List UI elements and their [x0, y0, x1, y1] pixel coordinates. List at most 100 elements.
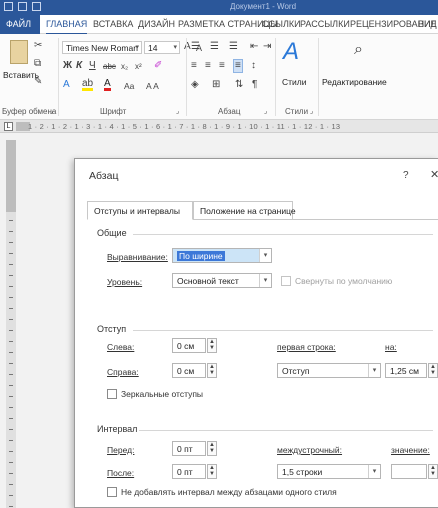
font-name-combo[interactable]: Times New Roman ▾ [62, 41, 142, 54]
font-color-icon[interactable]: A [104, 79, 111, 91]
shading-icon[interactable]: ◈ [191, 79, 199, 91]
spacing-before-spinner-icon[interactable]: ▲ ▼ [207, 441, 217, 456]
indent-by-label: на: [385, 342, 397, 352]
grow-font-icon[interactable]: A [184, 41, 191, 53]
cut-icon[interactable]: ✂ [34, 40, 42, 52]
show-marks-icon[interactable]: ¶ [252, 79, 257, 91]
tab-insert[interactable]: ВСТАВКА [93, 19, 133, 29]
group-label-font: Шрифт [100, 107, 127, 116]
indent-right-input[interactable]: 0 см [172, 363, 206, 378]
spacing-after-input[interactable]: 0 пт [172, 464, 206, 479]
tab-selector-icon[interactable]: L [4, 122, 13, 131]
tab-line-page-breaks[interactable]: Положение на странице [193, 201, 296, 220]
increase-indent-icon[interactable]: ⇥ [263, 41, 271, 53]
borders-icon[interactable]: ⊞ [212, 79, 220, 91]
justify-icon[interactable]: ≡ [233, 59, 243, 73]
text-effects-icon[interactable]: A [63, 79, 70, 91]
align-center-icon[interactable]: ≡ [205, 60, 211, 72]
first-line-select[interactable]: Отступ ▾ [277, 363, 381, 378]
tab-design[interactable]: ДИЗАЙН [138, 19, 175, 29]
change-case-icon[interactable]: Aa [124, 80, 134, 92]
grow-shrink-icon[interactable]: A A [146, 80, 159, 92]
collapsed-checkbox[interactable] [281, 276, 291, 286]
tab-indents-spacing[interactable]: Отступы и интервалы [87, 201, 193, 220]
chevron-down-icon: ▾ [173, 44, 177, 51]
paragraph-launcher-icon[interactable]: ⌟ [264, 107, 267, 115]
redo-icon[interactable] [32, 2, 41, 11]
find-icon[interactable]: ⌕ [354, 42, 363, 58]
tab-references[interactable]: ССЫЛКИ [262, 19, 301, 29]
tab-view[interactable]: ВИД [418, 19, 437, 29]
ruler-tick [9, 363, 13, 364]
indent-by-input[interactable]: 1,25 см [385, 363, 427, 378]
title-bar: Документ1 - Word [0, 0, 438, 15]
font-launcher-icon[interactable]: ⌟ [176, 107, 179, 115]
ruler-tick [9, 429, 13, 430]
indent-by-spinner-icon[interactable]: ▲ ▼ [428, 363, 438, 378]
line-spacing-label: междустрочный: [277, 445, 343, 455]
spacing-value-input[interactable] [391, 464, 427, 479]
bold-button[interactable]: Ж [63, 60, 72, 72]
level-value: Основной текст [177, 276, 239, 286]
ruler-tick [9, 440, 13, 441]
document-title: Документ1 - Word [230, 2, 297, 11]
font-name-value: Times New Roman [66, 43, 138, 53]
indent-right-spinner-icon[interactable]: ▲ ▼ [207, 363, 217, 378]
clear-formatting-icon[interactable]: ✐ [154, 60, 162, 72]
format-painter-icon[interactable]: ✎ [34, 76, 42, 88]
subscript-button[interactable]: x₂ [121, 61, 128, 73]
level-select[interactable]: Основной текст ▾ [172, 273, 272, 288]
decrease-indent-icon[interactable]: ⇤ [250, 41, 258, 53]
styles-launcher-icon[interactable]: ⌟ [310, 107, 313, 115]
editing-button-label[interactable]: Редактирование [322, 77, 387, 87]
font-size-combo[interactable]: 14 ▾ [144, 41, 180, 54]
chevron-down-icon: ▾ [259, 274, 271, 287]
underline-button[interactable]: Ч [89, 60, 96, 72]
undo-icon[interactable] [18, 2, 27, 11]
help-button[interactable]: ? [403, 170, 409, 181]
paragraph-dialog: Абзац ? ✕ Отступы и интервалы Положение … [74, 158, 438, 508]
section-spacing-heading: Интервал [97, 424, 138, 434]
clipboard-launcher-icon[interactable]: ⌟ [50, 107, 53, 115]
save-icon[interactable] [4, 2, 13, 11]
spacing-value-spinner-icon[interactable]: ▲ ▼ [428, 464, 438, 479]
styles-button-label[interactable]: Стили [282, 77, 307, 87]
spacing-before-input[interactable]: 0 пт [172, 441, 206, 456]
ribbon: Вставить ✂ ⧉ ✎ Буфер обмена ⌟ Times New … [0, 34, 438, 120]
close-button[interactable]: ✕ [430, 168, 438, 181]
strikethrough-button[interactable]: abc [103, 61, 116, 73]
italic-button[interactable]: К [76, 60, 82, 72]
horizontal-ruler[interactable]: L 1 · 2 · 1 · 2 · 1 · 3 · 1 · 4 · 1 · 5 … [0, 120, 438, 133]
tab-file[interactable]: ФАЙЛ [0, 15, 40, 34]
bullets-icon[interactable]: ☰ [191, 41, 200, 53]
no-space-same-style-label: Не добавлять интервал между абзацами одн… [121, 487, 337, 497]
line-spacing-select[interactable]: 1,5 строки ▾ [277, 464, 381, 479]
ruler-tick [9, 341, 13, 342]
no-space-same-style-checkbox[interactable] [107, 487, 117, 497]
ruler-ticks: 1 · 2 · 1 · 2 · 1 · 3 · 1 · 4 · 1 · 5 · … [28, 122, 341, 131]
mirror-indents-checkbox[interactable] [107, 389, 117, 399]
sort-icon[interactable]: ⇅ [235, 79, 243, 91]
styles-icon[interactable]: A [283, 40, 299, 64]
numbering-icon[interactable]: ☰ [210, 41, 219, 53]
ruler-tick [9, 396, 13, 397]
vertical-ruler[interactable] [6, 140, 16, 508]
group-divider [318, 38, 319, 116]
tab-mailings[interactable]: РАССЫЛКИ [300, 19, 350, 29]
ruler-tick [9, 231, 13, 232]
spacing-after-spinner-icon[interactable]: ▲ ▼ [207, 464, 217, 479]
ruler-tick [9, 286, 13, 287]
line-spacing-icon[interactable]: ↕ [251, 60, 256, 72]
copy-icon[interactable]: ⧉ [34, 58, 41, 70]
alignment-select[interactable]: По ширине ▾ [172, 248, 272, 263]
paste-icon[interactable] [10, 40, 28, 64]
align-left-icon[interactable]: ≡ [191, 60, 197, 72]
highlight-icon[interactable]: ab [82, 79, 94, 91]
superscript-button[interactable]: x² [135, 61, 142, 73]
align-right-icon[interactable]: ≡ [219, 60, 225, 72]
chevron-down-icon: ▾ [135, 44, 139, 51]
indent-left-spinner-icon[interactable]: ▲ ▼ [207, 338, 217, 353]
tab-home[interactable]: ГЛАВНАЯ [46, 19, 88, 35]
multilevel-list-icon[interactable]: ☰ [229, 41, 238, 53]
indent-left-input[interactable]: 0 см [172, 338, 206, 353]
